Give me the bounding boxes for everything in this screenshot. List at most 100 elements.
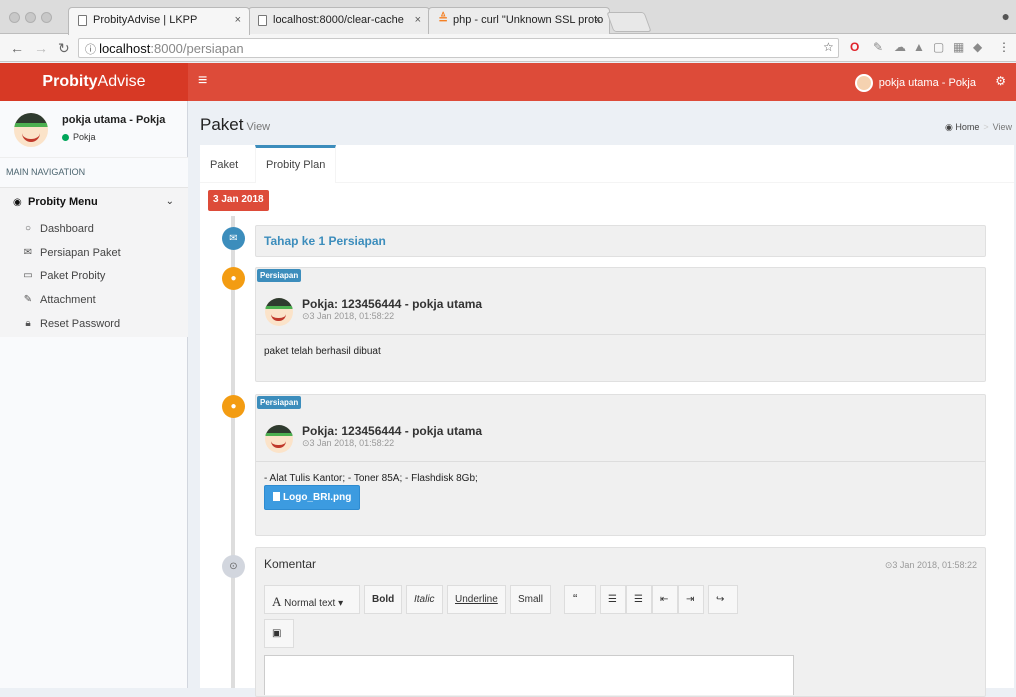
- file-icon: [273, 492, 280, 501]
- url-input[interactable]: ⓘ localhost:8000/persiapan: [78, 38, 839, 58]
- new-tab-button[interactable]: [606, 12, 652, 32]
- chevron-down-icon: ⌄: [165, 196, 174, 207]
- logo[interactable]: ProbityAdvise: [0, 63, 188, 101]
- sidebar-user-name: pokja utama - Pokja: [62, 114, 166, 126]
- post-time: ⊙3 Jan 2018, 01:58:22: [302, 438, 394, 449]
- url-host: localhost: [99, 41, 151, 56]
- tab-title: ProbityAdvise | LKPP: [93, 14, 198, 26]
- comment-time: ⊙3 Jan 2018, 01:58:22: [885, 560, 977, 571]
- drive-icon[interactable]: ▲: [913, 40, 925, 54]
- tab-paket[interactable]: Paket: [200, 145, 248, 183]
- attachment-file-name: Logo_BRI.png: [283, 492, 352, 503]
- sidebar-item-paket-probity[interactable]: ▭ Paket Probity: [0, 266, 188, 288]
- tab-probity-plan[interactable]: Probity Plan: [255, 145, 337, 183]
- user-menu[interactable]: pokja utama - Pokja: [854, 74, 976, 92]
- url-path: :8000/persiapan: [150, 41, 244, 56]
- page-icon: [78, 15, 87, 26]
- page-subtitle: View: [246, 121, 271, 133]
- breadcrumb-separator: >: [983, 122, 989, 132]
- post-body: paket telah berhasil dibuat: [264, 346, 381, 357]
- main-header: ProbityAdvise ≡ pokja utama - Pokja ⚙: [0, 63, 1016, 101]
- online-dot-icon: [62, 134, 69, 141]
- comment-time-text: 3 Jan 2018, 01:58:22: [892, 560, 977, 570]
- sidebar-item-label: Dashboard: [40, 223, 94, 235]
- post-author: Pokja: 123456444 - pokja utama: [302, 297, 483, 311]
- page-title: Paket View: [200, 115, 270, 135]
- browser-tab-probityadvise[interactable]: ProbityAdvise | LKPP ×: [68, 7, 250, 35]
- info-icon: ⓘ: [85, 44, 100, 56]
- comment-title: Komentar: [264, 557, 317, 571]
- sidebar-user-status: Pokja: [62, 132, 96, 142]
- menu-kebab-icon[interactable]: ⋮: [998, 40, 1010, 54]
- timeline-date-label: 3 Jan 2018: [208, 190, 269, 211]
- clock-icon: ⊙: [222, 555, 245, 578]
- underline-button[interactable]: Underline: [447, 585, 506, 614]
- quote-icon[interactable]: “: [564, 585, 596, 614]
- user-menu-label: pokja utama - Pokja: [878, 76, 976, 89]
- browser-tab-clear-cache[interactable]: localhost:8000/clear-cache ×: [248, 7, 430, 34]
- inbox-icon: ▭: [23, 270, 33, 281]
- sidebar-item-attachment[interactable]: ✎ Attachment: [0, 290, 188, 312]
- timeline-step-title[interactable]: Tahap ke 1 Persiapan: [264, 234, 386, 248]
- post-author: Pokja: 123456444 - pokja utama: [302, 424, 483, 438]
- eyedropper-icon[interactable]: ✎: [873, 40, 883, 54]
- status-badge: Persiapan: [257, 269, 302, 282]
- cloud-icon[interactable]: ☁: [894, 40, 906, 54]
- avatar: [854, 74, 873, 92]
- comment-editor[interactable]: [264, 655, 794, 695]
- extension-icon[interactable]: ▢: [933, 40, 944, 54]
- minimize-window-button[interactable]: [25, 12, 36, 23]
- sidebar-item-label: Persiapan Paket: [40, 247, 121, 259]
- tab-title: php - curl "Unknown SSL proto: [453, 14, 604, 26]
- timeline-post: Persiapan Pokja: 123456444 - pokja utama…: [255, 267, 986, 382]
- reload-icon[interactable]: ↻: [58, 40, 70, 57]
- sidebar-item-persiapan-paket[interactable]: ✉ Persiapan Paket: [0, 243, 188, 265]
- comments-icon: ●: [222, 395, 245, 418]
- ordered-list-icon[interactable]: ☰: [626, 585, 652, 614]
- indent-icon[interactable]: ⇥: [678, 585, 704, 614]
- browser-tab-stackoverflow[interactable]: ≜ php - curl "Unknown SSL proto ×: [428, 7, 610, 34]
- normal-text-dropdown[interactable]: A Normal text ▾: [264, 585, 360, 614]
- content-header: Paket View ◉ Home > View: [188, 101, 1016, 145]
- outdent-icon[interactable]: ⇤: [652, 585, 678, 614]
- comment-box: Komentar ⊙3 Jan 2018, 01:58:22 A Normal …: [255, 547, 986, 697]
- close-tab-icon[interactable]: ×: [235, 14, 241, 26]
- extension-icon[interactable]: ◆: [973, 40, 982, 54]
- sidebar-item-dashboard[interactable]: ○ Dashboard: [0, 219, 188, 241]
- italic-button[interactable]: Italic: [406, 585, 443, 614]
- image-icon[interactable]: ▣: [264, 619, 294, 648]
- status-text: Pokja: [73, 132, 96, 142]
- extension-icon[interactable]: ▦: [953, 40, 964, 54]
- avatar: [265, 425, 293, 453]
- gears-icon[interactable]: ⚙: [995, 74, 1006, 88]
- back-icon[interactable]: ←: [10, 40, 24, 56]
- profile-icon[interactable]: ●: [1002, 8, 1010, 24]
- unordered-list-icon[interactable]: ☰: [600, 585, 626, 614]
- sidebar-item-label: Attachment: [40, 294, 96, 306]
- divider: [256, 461, 985, 462]
- close-tab-icon[interactable]: ×: [595, 14, 601, 26]
- circle-icon: ○: [24, 223, 32, 234]
- clock-icon: ⊙: [302, 311, 310, 321]
- avatar: [14, 113, 48, 147]
- zoom-window-button[interactable]: [41, 12, 52, 23]
- bookmark-star-icon[interactable]: ☆: [823, 40, 834, 54]
- sidebar-submenu: ○ Dashboard ✉ Persiapan Paket ▭ Paket Probi…: [0, 209, 188, 337]
- opera-icon[interactable]: O: [850, 40, 859, 54]
- breadcrumb-home-link[interactable]: Home: [955, 122, 979, 132]
- sidebar-toggle-icon[interactable]: ≡: [198, 72, 207, 90]
- attachment-file-button[interactable]: Logo_BRI.png: [264, 485, 361, 510]
- stackoverflow-icon: ≜: [438, 12, 449, 26]
- small-button[interactable]: Small: [510, 585, 552, 614]
- address-bar-row: ← → ↻ ⓘ localhost:8000/persiapan ☆ O ✎ ☁…: [0, 34, 1016, 62]
- tab-title: localhost:8000/clear-cache: [273, 14, 404, 26]
- close-window-button[interactable]: [9, 12, 20, 23]
- forward-icon[interactable]: →: [34, 40, 48, 56]
- sidebar-item-reset-password[interactable]: 🔒︎ Reset Password: [0, 314, 188, 336]
- post-body: - Alat Tulis Kantor; - Toner 85A; - Flas…: [264, 473, 478, 484]
- close-tab-icon[interactable]: ×: [415, 14, 421, 26]
- sidebar-probity-menu[interactable]: ◉ Probity Menu ⌄: [0, 187, 188, 209]
- link-icon[interactable]: ↪: [708, 585, 738, 614]
- bold-button[interactable]: Bold: [364, 585, 403, 614]
- caret-down-icon: ▾: [338, 598, 344, 609]
